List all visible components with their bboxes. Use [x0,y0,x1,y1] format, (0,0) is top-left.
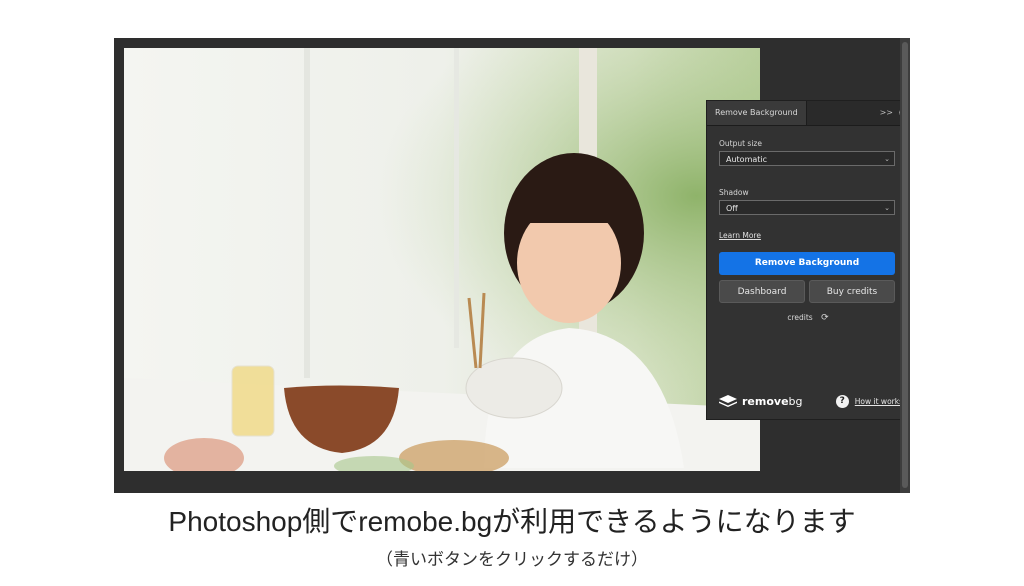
output-size-label: Output size [719,139,762,148]
output-size-value: Automatic [726,155,768,164]
expand-icon[interactable]: >> [880,101,893,125]
caption-main: Photoshop側でremobe.bgが利用できるようになります [168,506,856,537]
scrollbar-thumb[interactable] [902,42,908,488]
document-canvas[interactable] [124,48,760,471]
photoshop-window: Remove Background >> ≡ Output size Autom… [114,38,910,493]
how-it-works-text: How it works [854,396,903,406]
chevron-down-icon: ⌄ [884,155,890,163]
how-it-works-link[interactable]: ? How it works [835,393,903,409]
dashboard-button[interactable]: Dashboard [719,280,805,303]
panel-tab-remove-background[interactable]: Remove Background [707,101,807,125]
remove-background-panel: Remove Background >> ≡ Output size Autom… [706,100,910,420]
output-size-select[interactable]: Automatic ⌄ [719,151,895,166]
caption-sub: （青いボタンをクリックするだけ） [376,550,648,569]
vertical-scrollbar[interactable] [900,38,910,493]
shadow-value: Off [726,204,738,213]
credits-label: credits [787,313,813,322]
refresh-icon[interactable]: ⟳ [821,313,829,323]
chevron-down-icon: ⌄ [884,204,890,212]
credits-row: credits ⟳ [707,313,909,323]
shadow-select[interactable]: Off ⌄ [719,200,895,215]
shadow-label: Shadow [719,188,749,197]
panel-header: Remove Background >> ≡ [707,101,909,126]
remove-background-button[interactable]: Remove Background [719,252,895,275]
photo-girl-eating [124,48,760,471]
buy-credits-button[interactable]: Buy credits [809,280,895,303]
help-icon: ? [835,394,849,408]
removebg-logo: removebg [719,393,803,409]
removebg-logo-icon [719,395,737,407]
logo-text-bold: remove [742,394,789,408]
logo-text-light: bg [788,394,803,408]
learn-more-link[interactable]: Learn More [719,231,761,240]
